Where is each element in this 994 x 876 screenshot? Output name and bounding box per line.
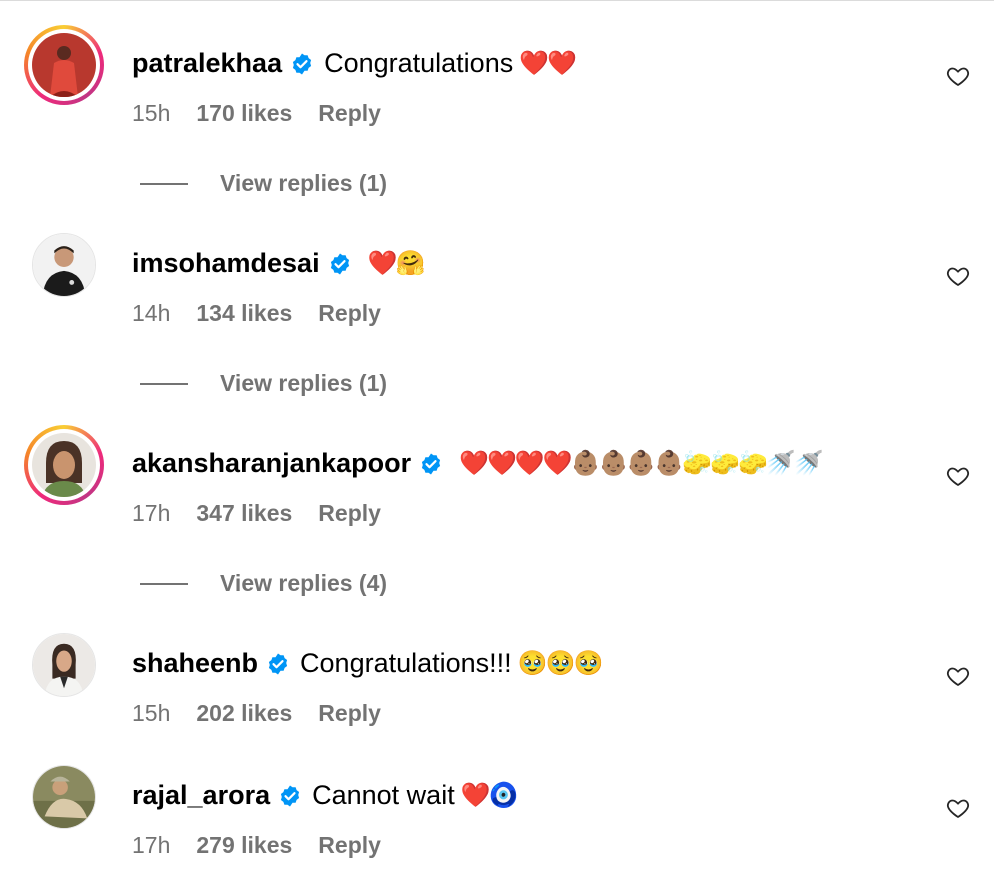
comment-emojis: 🥹🥹🥹 xyxy=(517,650,604,677)
comment-emojis: ❤️🤗 xyxy=(367,250,426,277)
heart-outline-icon[interactable] xyxy=(946,464,970,488)
heart-outline-icon[interactable] xyxy=(946,264,970,288)
verified-badge-icon xyxy=(419,452,443,476)
likes-count[interactable]: 170 likes xyxy=(196,100,292,127)
comment-time[interactable]: 15h xyxy=(132,100,170,127)
username-link[interactable]: shaheenb xyxy=(132,648,258,679)
likes-count[interactable]: 279 likes xyxy=(196,832,292,859)
reply-button[interactable]: Reply xyxy=(318,300,381,327)
comment-time[interactable]: 15h xyxy=(132,700,170,727)
heart-outline-icon[interactable] xyxy=(946,796,970,820)
username-link[interactable]: rajal_arora xyxy=(132,780,270,811)
avatar[interactable] xyxy=(24,757,104,837)
view-replies-line xyxy=(140,382,188,385)
avatar-image xyxy=(32,765,96,829)
top-divider xyxy=(0,0,994,1)
likes-count[interactable]: 134 likes xyxy=(196,300,292,327)
avatar[interactable] xyxy=(24,625,104,705)
comment-time[interactable]: 17h xyxy=(132,832,170,859)
view-replies-line xyxy=(140,182,188,185)
avatar[interactable] xyxy=(24,25,104,105)
heart-outline-icon[interactable] xyxy=(946,64,970,88)
view-replies-line xyxy=(140,582,188,585)
avatar[interactable] xyxy=(24,425,104,505)
comment-time[interactable]: 17h xyxy=(132,500,170,527)
view-replies-button[interactable]: View replies (1) xyxy=(140,170,387,197)
comment-emojis: ❤️❤️❤️❤️👶🏽👶🏽👶🏽👶🏽🧽🧽🧽🚿🚿 xyxy=(459,450,823,477)
reply-button[interactable]: Reply xyxy=(318,700,381,727)
view-replies-label: View replies (4) xyxy=(220,570,388,596)
avatar-image xyxy=(32,33,96,97)
view-replies-button[interactable]: View replies (4) xyxy=(140,570,387,597)
avatar-image xyxy=(32,633,96,697)
verified-badge-icon xyxy=(328,252,352,276)
likes-count[interactable]: 347 likes xyxy=(196,500,292,527)
comment-text: Congratulations xyxy=(324,48,514,78)
reply-button[interactable]: Reply xyxy=(318,100,381,127)
comment-text: Cannot wait xyxy=(312,780,455,810)
username-link[interactable]: imsohamdesai xyxy=(132,248,320,279)
reply-button[interactable]: Reply xyxy=(318,500,381,527)
comment-text: Congratulations!!! xyxy=(300,648,512,678)
view-replies-label: View replies (1) xyxy=(220,370,388,396)
reply-button[interactable]: Reply xyxy=(318,832,381,859)
comment-emojis: ❤️🧿 xyxy=(460,782,519,809)
avatar-image xyxy=(32,233,96,297)
view-replies-label: View replies (1) xyxy=(220,170,388,196)
verified-badge-icon xyxy=(278,784,302,808)
avatar[interactable] xyxy=(24,225,104,305)
comment-emojis: ❤️❤️ xyxy=(519,50,577,77)
view-replies-button[interactable]: View replies (1) xyxy=(140,370,387,397)
verified-badge-icon xyxy=(290,52,314,76)
comment-time[interactable]: 14h xyxy=(132,300,170,327)
likes-count[interactable]: 202 likes xyxy=(196,700,292,727)
verified-badge-icon xyxy=(266,652,290,676)
username-link[interactable]: patralekhaa xyxy=(132,48,282,79)
heart-outline-icon[interactable] xyxy=(946,664,970,688)
username-link[interactable]: akansharanjankapoor xyxy=(132,448,411,479)
avatar-image xyxy=(32,433,96,497)
